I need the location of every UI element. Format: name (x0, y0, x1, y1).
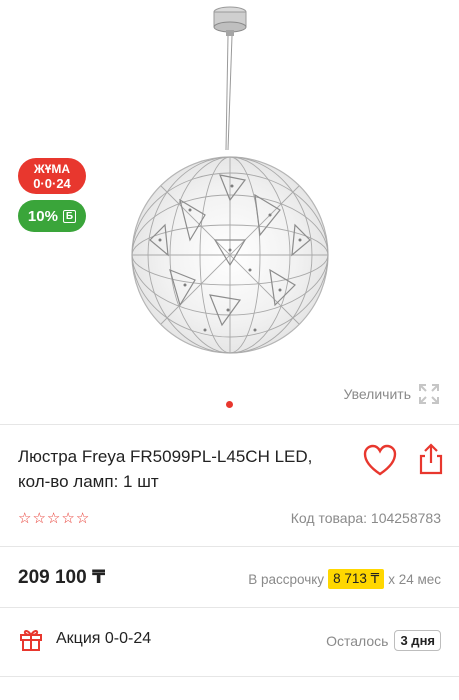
star-icon: ☆ (46, 510, 61, 527)
divider (0, 424, 459, 425)
gift-icon (20, 629, 42, 651)
product-code: Код товара: 104258783 (290, 510, 441, 526)
zoom-button[interactable]: Увеличить (343, 382, 441, 406)
promo-badge-code: 0·0·24 (33, 176, 71, 191)
star-icon: ☆ (61, 510, 75, 527)
product-gallery[interactable]: ЖҰМА 0·0·24 10% Б Увеличить (0, 0, 459, 420)
installment-term: x 24 мес (388, 571, 441, 587)
divider (0, 546, 459, 547)
expand-icon (419, 384, 439, 404)
product-image[interactable] (110, 0, 350, 380)
share-icon[interactable] (416, 442, 446, 476)
promo-label: Акция 0-0-24 (56, 630, 152, 647)
product-title: Люстра Freya FR5099PL-L45CH LED, кол-во … (18, 447, 313, 491)
zoom-label: Увеличить (343, 386, 411, 402)
promo-badge: ЖҰМА 0·0·24 (18, 158, 86, 194)
promo-badge-title: ЖҰМА (33, 162, 71, 176)
installment-info[interactable]: В рассрочку 8 713 ₸ x 24 мес (248, 569, 441, 589)
remaining-label: Осталось (326, 632, 389, 649)
gallery-pager-dot[interactable] (226, 401, 233, 408)
bonus-badge: 10% Б (18, 200, 86, 232)
divider (0, 607, 459, 608)
installment-amount: 8 713 ₸ (328, 569, 385, 589)
star-icon: ☆ (75, 510, 90, 527)
bonus-badge-percent: 10% (27, 207, 58, 225)
product-price: 209 100 ₸ (18, 567, 106, 588)
star-icon: ☆ (32, 510, 46, 527)
favorite-heart-icon[interactable] (362, 444, 398, 478)
bonus-symbol-icon: Б (62, 209, 77, 223)
divider (0, 676, 459, 677)
star-icon: ☆ (18, 510, 32, 527)
promo-action-row[interactable]: Акция 0-0-24 (18, 626, 151, 652)
remaining-days-badge: 3 дня (394, 630, 441, 651)
rating-stars[interactable]: ☆ ☆ ☆ ☆ ☆ (18, 509, 89, 527)
installment-prefix: В рассрочку (248, 571, 325, 587)
promo-remaining: Осталось 3 дня (326, 630, 441, 651)
